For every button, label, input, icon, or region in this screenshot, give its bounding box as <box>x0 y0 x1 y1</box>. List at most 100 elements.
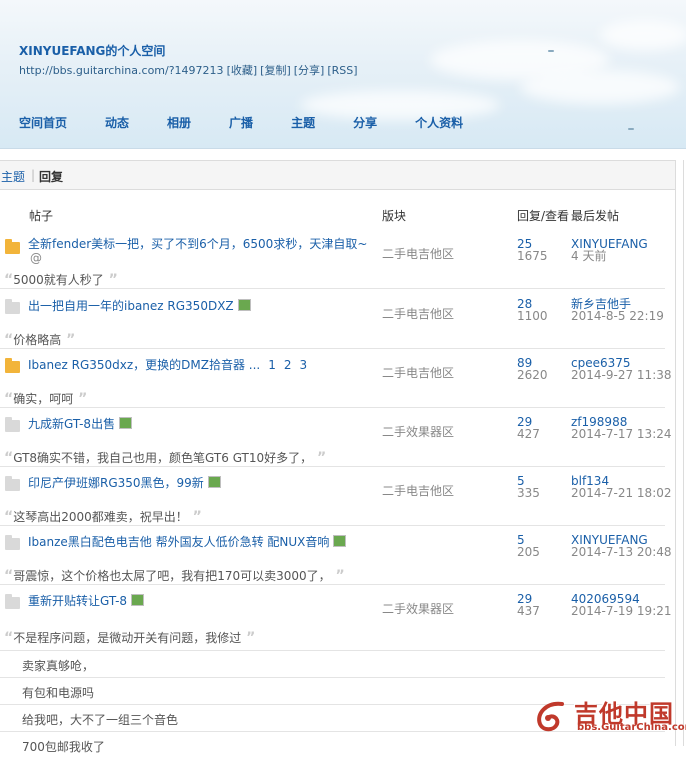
topic-forum[interactable]: 二手电吉他区 <box>382 482 454 499</box>
table-row: 出一把自用一年的ibanez RG350DXZ 二手电吉他区 28 1100 新乡… <box>0 289 665 349</box>
reply-quote-text[interactable]: 给我吧，大不了一组三个音色 <box>22 711 178 728</box>
nav-broadcast[interactable]: 广播 <box>229 114 253 131</box>
last-time: 2014-9-27 11:38 <box>571 368 672 382</box>
bird-decoration <box>548 50 554 52</box>
reply-quote-text[interactable]: 不是程序问题，是微动开关有问题，我修过 <box>13 631 241 645</box>
reply-quote: “GT8确实不错，我自己也用，颜色笔GT6 GT10好多了， ” <box>4 449 326 466</box>
reply-quote: “哥震惊，这个价格也太屌了吧，我有把170可以卖3000了， ” <box>4 567 345 584</box>
logo-url: bbs.GuitarChina.com <box>577 722 686 733</box>
last-time: 4 天前 <box>571 249 607 263</box>
close-quote-icon: ” <box>73 391 88 407</box>
reply-quote-text[interactable]: 5000就有人秒了 <box>13 273 104 287</box>
close-quote-icon: ” <box>103 272 118 288</box>
view-count: 1100 <box>517 309 548 323</box>
image-attachment-icon <box>333 535 347 547</box>
topic-title[interactable]: 出一把自用一年的ibanez RG350DXZ <box>28 299 234 313</box>
col-forum: 版块 <box>382 209 407 223</box>
image-attachment-icon <box>131 594 145 606</box>
close-quote-icon: ” <box>187 509 202 525</box>
reply-quote: “这琴高出2000都难卖，祝早出！ ” <box>4 508 202 525</box>
last-time: 2014-7-21 18:02 <box>571 486 672 500</box>
reply-quote: “确实，呵呵 ” <box>4 390 87 407</box>
col-post: 帖子 <box>29 209 54 223</box>
view-count: 427 <box>517 427 540 441</box>
reply-quote: “不是程序问题，是微动开关有问题，我修过 ” <box>4 629 255 646</box>
list-item: 卖家真够呛， <box>0 651 665 678</box>
space-url-link[interactable]: http://bbs.guitarchina.com/?1497213 <box>19 64 224 77</box>
space-nav: 空间首页 动态 相册 广播 主题 分享 个人资料 <box>19 114 501 131</box>
table-row: 九成新GT-8出售 二手效果器区 29 427 zf198988 2014-7-17… <box>0 407 672 467</box>
table-row: 重新开贴转让GT-8 二手效果器区 29 437 402069594 2014-7-… <box>0 584 672 651</box>
view-count: 2620 <box>517 368 548 382</box>
reply-quote: “价格略高 ” <box>4 331 75 348</box>
reply-quote-text[interactable]: 有包和电源吗 <box>22 684 94 701</box>
topic-forum[interactable]: 二手电吉他区 <box>382 305 454 322</box>
table-row: 印尼产伊班娜RG350黑色，99新 二手电吉他区 5 335 blf134 2014… <box>0 466 672 526</box>
close-quote-icon: ” <box>61 332 76 348</box>
last-time: 2014-8-5 22:19 <box>571 309 664 323</box>
col-last: 最后发帖 <box>571 209 620 223</box>
tab-topics[interactable]: 主题 <box>1 168 25 185</box>
nav-home[interactable]: 空间首页 <box>19 114 67 131</box>
reply-quote-text[interactable]: GT8确实不错，我自己也用，颜色笔GT6 GT10好多了， <box>13 451 312 465</box>
topic-forum[interactable]: 二手效果器区 <box>382 423 454 440</box>
topic-title[interactable]: 全新fender美标一把，买了不到6个月，6500求秒，天津自取~ <box>28 237 367 251</box>
page-link-3[interactable]: 3 <box>300 358 308 372</box>
reply-quote-text[interactable]: 700包邮我收了 <box>22 738 105 755</box>
page-link-2[interactable]: 2 <box>284 358 292 372</box>
topic-title[interactable]: Ibanze黑白配色电吉他 帮外国友人低价急转 配NUX音响 <box>28 535 329 549</box>
open-quote-icon: “ <box>4 332 14 348</box>
bird-decoration <box>628 128 634 130</box>
nav-album[interactable]: 相册 <box>167 114 191 131</box>
table-row: Ibanez RG350dxz，更换的DMZ拾音器 ... 1 2 3 二手电吉他区 … <box>0 348 672 408</box>
nav-topics[interactable]: 主题 <box>291 114 315 131</box>
reply-quote-text[interactable]: 这琴高出2000都难卖，祝早出！ <box>13 510 188 524</box>
close-quote-icon: ” <box>330 568 345 584</box>
nav-profile[interactable]: 个人资料 <box>415 114 463 131</box>
topic-title[interactable]: Ibanez RG350dxz，更换的DMZ拾音器 ... <box>28 358 260 372</box>
site-logo: 吉他中国 bbs.GuitarChina.com <box>532 690 686 740</box>
open-quote-icon: “ <box>4 272 14 288</box>
reply-quote-text[interactable]: 哥震惊，这个价格也太屌了吧，我有把170可以卖3000了， <box>13 569 330 583</box>
nav-share[interactable]: 分享 <box>353 114 377 131</box>
rss-link[interactable]: [RSS] <box>327 64 357 77</box>
open-quote-icon: “ <box>4 391 14 407</box>
topic-forum[interactable]: 二手电吉他区 <box>382 364 454 381</box>
view-count: 205 <box>517 545 540 559</box>
reply-quote-text[interactable]: 价格略高 <box>13 333 61 347</box>
topic-title[interactable]: 印尼产伊班娜RG350黑色，99新 <box>28 476 204 490</box>
space-title: XINYUEFANG的个人空间 <box>19 44 166 58</box>
page-link-1[interactable]: 1 <box>268 358 276 372</box>
reply-list-panel: 主题 | 回复 帖子 版块 回复/查看 最后发帖 全新fender美标一把，买了… <box>0 160 676 754</box>
tab-bar: 主题 | 回复 <box>0 161 675 190</box>
space-header: XINYUEFANG的个人空间 http://bbs.guitarchina.c… <box>0 0 686 149</box>
last-time: 2014-7-19 19:21 <box>571 604 672 618</box>
favorite-link[interactable]: [收藏] <box>227 64 258 77</box>
topic-title[interactable]: 重新开贴转让GT-8 <box>28 594 127 608</box>
share-link[interactable]: [分享] <box>294 64 325 77</box>
hot-folder-icon <box>5 358 20 373</box>
image-attachment-icon <box>207 476 221 488</box>
open-quote-icon: “ <box>4 630 14 646</box>
folder-icon <box>5 594 20 609</box>
swirl-logo-icon <box>537 701 564 732</box>
nav-feed[interactable]: 动态 <box>105 114 129 131</box>
reply-quote-text[interactable]: 卖家真够呛， <box>22 657 94 674</box>
close-quote-icon: ” <box>312 450 327 466</box>
table-row: 全新fender美标一把，买了不到6个月，6500求秒，天津自取~ @ 二手电吉他… <box>0 229 665 289</box>
image-attachment-icon <box>119 417 133 429</box>
copy-link[interactable]: [复制] <box>260 64 291 77</box>
folder-icon <box>5 476 20 491</box>
tab-replies[interactable]: 回复 <box>39 168 63 185</box>
col-counts: 回复/查看 <box>517 209 570 223</box>
view-count: 437 <box>517 604 540 618</box>
folder-icon <box>5 535 20 550</box>
folder-icon <box>5 417 20 432</box>
topic-title[interactable]: 九成新GT-8出售 <box>28 417 115 431</box>
reply-quote-text[interactable]: 确实，呵呵 <box>13 392 73 406</box>
topic-forum[interactable]: 二手效果器区 <box>382 600 454 617</box>
open-quote-icon: “ <box>4 568 14 584</box>
topic-forum[interactable]: 二手电吉他区 <box>382 245 454 262</box>
view-count: 1675 <box>517 249 548 263</box>
attachment-clip-icon: @ <box>30 251 42 265</box>
